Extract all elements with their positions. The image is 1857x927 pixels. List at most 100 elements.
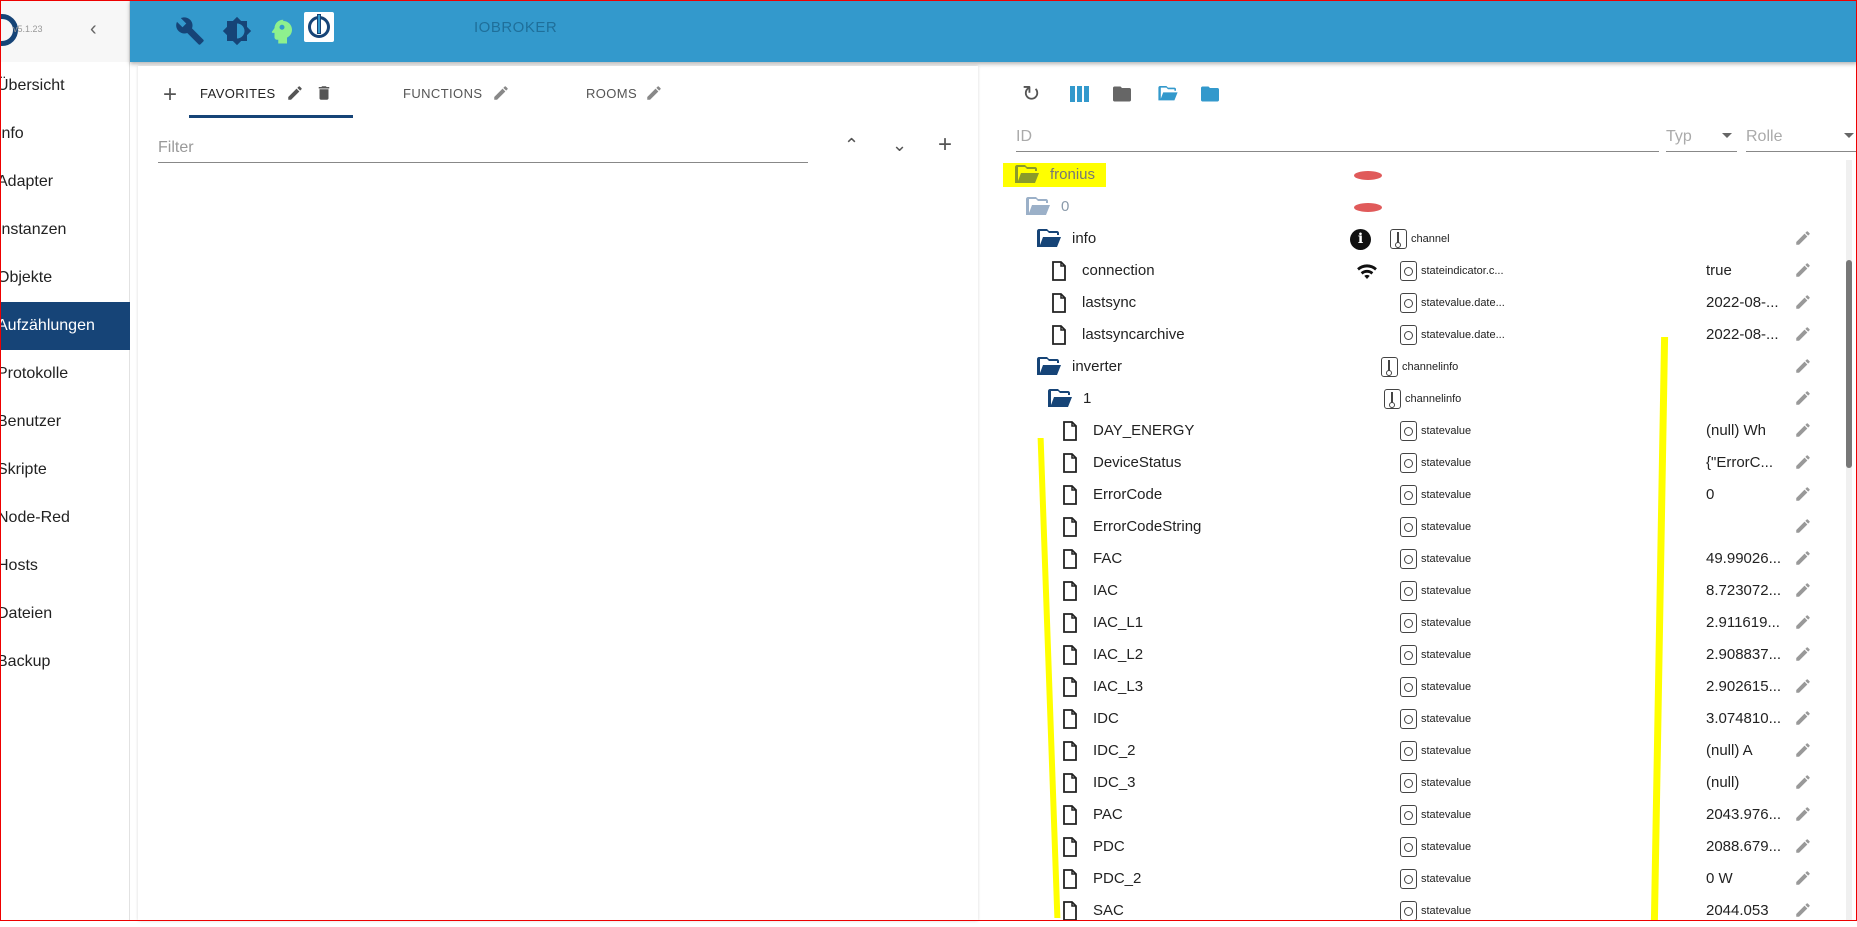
edit-icon[interactable] — [1794, 677, 1812, 700]
object-value[interactable]: 49.99026... — [1706, 550, 1781, 567]
columns-icon[interactable] — [1070, 86, 1090, 102]
folder-icon[interactable] — [1037, 357, 1061, 382]
object-value[interactable]: (null) A — [1706, 742, 1753, 759]
folder-icon[interactable] — [1048, 389, 1072, 414]
chevron-up-icon[interactable]: ⌃ — [844, 136, 859, 154]
collapse-sidebar-button[interactable]: ‹ — [90, 18, 97, 41]
object-row[interactable]: IDC_2 statevalue (null) A — [1000, 735, 1840, 767]
brightness-icon[interactable] — [222, 16, 252, 46]
sidebar-item-info[interactable]: Info — [0, 110, 130, 158]
sidebar-item-objekte[interactable]: Objekte — [0, 254, 130, 302]
edit-icon[interactable] — [1794, 709, 1812, 732]
sidebar-item-aufz-hlungen[interactable]: Aufzählungen — [0, 302, 130, 350]
wrench-icon[interactable] — [175, 16, 205, 46]
edit-icon[interactable] — [1794, 837, 1812, 860]
object-value[interactable]: 2088.679... — [1706, 838, 1781, 855]
edit-icon[interactable] — [1794, 389, 1812, 412]
edit-icon[interactable] — [1794, 773, 1812, 796]
object-value[interactable]: 2022-08-... — [1706, 326, 1779, 343]
edit-icon[interactable] — [1794, 293, 1812, 316]
object-value[interactable]: (null) Wh — [1706, 422, 1766, 439]
sidebar-item-protokolle[interactable]: Protokolle — [0, 350, 130, 398]
sidebar-item-skripte[interactable]: Skripte — [0, 446, 130, 494]
object-value[interactable]: 2022-08-... — [1706, 294, 1779, 311]
type-filter-select[interactable]: Typ — [1666, 122, 1737, 152]
object-row[interactable]: 0 — [1000, 191, 1840, 223]
object-value[interactable]: 3.074810... — [1706, 710, 1781, 727]
sidebar-item-backup[interactable]: Backup — [0, 638, 130, 686]
object-value[interactable]: 2.902615... — [1706, 678, 1781, 695]
folder-collapse-icon[interactable] — [1113, 86, 1131, 102]
object-row[interactable]: IAC_L1 statevalue 2.911619... — [1000, 607, 1840, 639]
object-row[interactable]: IDC_3 statevalue (null) — [1000, 767, 1840, 799]
folder-open-icon[interactable] — [1158, 86, 1178, 102]
edit-icon[interactable] — [1794, 869, 1812, 892]
object-value[interactable]: (null) — [1706, 774, 1739, 791]
edit-icon[interactable] — [1794, 357, 1812, 380]
object-value[interactable]: 2.908837... — [1706, 646, 1781, 663]
edit-icon[interactable] — [1794, 229, 1812, 252]
tab-functions[interactable]: FUNCTIONS — [403, 86, 482, 101]
id-filter-input[interactable] — [1016, 122, 1659, 152]
folder-expand-icon[interactable] — [1201, 86, 1219, 102]
object-row[interactable]: connection stateindicator.c... true — [1000, 255, 1840, 287]
object-row[interactable]: PAC statevalue 2043.976... — [1000, 799, 1840, 831]
object-row[interactable]: lastsync statevalue.date... 2022-08-... — [1000, 287, 1840, 319]
object-row[interactable]: SAC statevalue 2044.053 — [1000, 895, 1840, 927]
delete-favorites-icon[interactable] — [315, 83, 333, 103]
sidebar-item-dateien[interactable]: Dateien — [0, 590, 130, 638]
object-value[interactable]: 2.911619... — [1706, 614, 1780, 631]
object-value[interactable]: 0 W — [1706, 870, 1733, 887]
edit-icon[interactable] — [1794, 805, 1812, 828]
object-row[interactable]: 1 channelinfo — [1000, 383, 1840, 415]
object-value[interactable]: 2044.053 — [1706, 902, 1769, 919]
sidebar-item-hosts[interactable]: Hosts — [0, 542, 130, 590]
object-row[interactable]: IAC_L3 statevalue 2.902615... — [1000, 671, 1840, 703]
object-row[interactable]: inverter channelinfo — [1000, 351, 1840, 383]
edit-icon[interactable] — [1794, 549, 1812, 572]
object-row[interactable]: fronius — [1000, 159, 1840, 191]
object-row[interactable]: PDC statevalue 2088.679... — [1000, 831, 1840, 863]
edit-icon[interactable] — [1794, 645, 1812, 668]
object-value[interactable]: true — [1706, 262, 1732, 279]
add-enum-button[interactable]: + — [163, 83, 177, 107]
edit-icon[interactable] — [1794, 421, 1812, 444]
edit-icon[interactable] — [1794, 453, 1812, 476]
object-value[interactable]: 0 — [1706, 486, 1714, 503]
object-value[interactable]: 8.723072... — [1706, 582, 1781, 599]
edit-icon[interactable] — [1794, 581, 1812, 604]
object-row[interactable]: PDC_2 statevalue 0 W — [1000, 863, 1840, 895]
sidebar-item-instanzen[interactable]: Instanzen — [0, 206, 130, 254]
edit-functions-icon[interactable] — [492, 84, 510, 102]
object-row[interactable]: ErrorCode statevalue 0 — [1000, 479, 1840, 511]
refresh-icon[interactable]: ↻ — [1022, 83, 1040, 105]
filter-input[interactable] — [158, 133, 808, 163]
sidebar-item-adapter[interactable]: Adapter — [0, 158, 130, 206]
object-row[interactable]: IAC_L2 statevalue 2.908837... — [1000, 639, 1840, 671]
scrollbar-thumb[interactable] — [1846, 260, 1852, 468]
sidebar-item-benutzer[interactable]: Benutzer — [0, 398, 130, 446]
object-row[interactable]: IDC statevalue 3.074810... — [1000, 703, 1840, 735]
role-filter-select[interactable]: Rolle — [1746, 122, 1857, 152]
edit-icon[interactable] — [1794, 325, 1812, 348]
folder-icon[interactable] — [1015, 165, 1039, 190]
object-row[interactable]: IAC statevalue 8.723072... — [1000, 575, 1840, 607]
tab-favorites[interactable]: FAVORITES — [200, 86, 276, 101]
edit-icon[interactable] — [1794, 261, 1812, 284]
object-row[interactable]: DeviceStatus statevalue {"ErrorC... — [1000, 447, 1840, 479]
edit-favorites-icon[interactable] — [286, 84, 304, 102]
edit-icon[interactable] — [1794, 613, 1812, 636]
edit-icon[interactable] — [1794, 741, 1812, 764]
object-row[interactable]: DAY_ENERGY statevalue (null) Wh — [1000, 415, 1840, 447]
sidebar-item--bersicht[interactable]: Übersicht — [0, 62, 130, 110]
object-value[interactable]: {"ErrorC... — [1706, 454, 1773, 471]
folder-icon[interactable] — [1026, 197, 1050, 222]
chevron-down-icon[interactable]: ⌄ — [892, 136, 907, 154]
expert-mode-icon[interactable] — [267, 16, 297, 46]
edit-rooms-icon[interactable] — [645, 84, 663, 102]
object-row[interactable]: lastsyncarchive statevalue.date... 2022-08… — [1000, 319, 1840, 351]
scrollbar[interactable] — [1846, 160, 1852, 921]
iobroker-logo-icon[interactable] — [304, 12, 334, 42]
sidebar-item-node-red[interactable]: Node-Red — [0, 494, 130, 542]
object-row[interactable]: FAC statevalue 49.99026... — [1000, 543, 1840, 575]
